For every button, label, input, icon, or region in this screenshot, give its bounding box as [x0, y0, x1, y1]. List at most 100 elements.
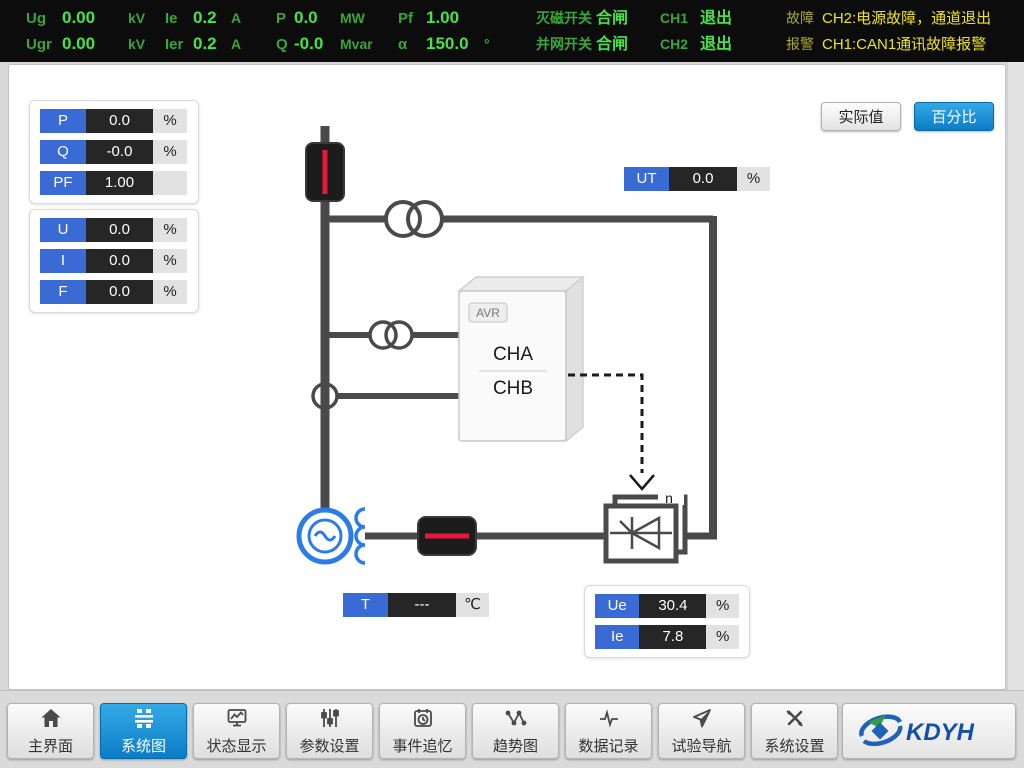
channel-state: 退出	[700, 32, 732, 58]
value-unit	[153, 171, 187, 195]
value-unit: %	[153, 109, 187, 133]
value-unit: %	[153, 280, 187, 304]
nav-system-diagram[interactable]: 系统图	[100, 703, 187, 759]
nav-data-record[interactable]: 数据记录	[565, 703, 652, 759]
trend-chart-icon	[503, 706, 529, 733]
meter-value: 0.00	[62, 5, 128, 31]
alarm-group: 故障CH2:电源故障，通道退出 报警CH1:CAN1通讯故障报警	[786, 5, 991, 57]
meter-unit: kV	[128, 5, 145, 31]
channel-status-group: CH1退出 CH2退出	[660, 5, 732, 57]
voltage-meter-group: Ug0.00kV Ugr0.00kV	[26, 5, 145, 57]
system-diagram-panel: AVR CHA CHB n	[8, 64, 1006, 690]
switch-state: 合闸	[596, 32, 628, 58]
power-values-panel: P0.0% Q-0.0% PF1.00	[29, 100, 199, 204]
nav-trend-chart[interactable]: 趋势图	[472, 703, 559, 759]
value-label: T	[343, 593, 388, 617]
meter-label: P	[276, 6, 294, 32]
meter-label: Pf	[398, 6, 426, 32]
value-unit: %	[153, 249, 187, 273]
value-row: P0.0%	[40, 109, 188, 133]
meter-value: 0.00	[62, 31, 128, 57]
nav-status-display[interactable]: 状态显示	[193, 703, 280, 759]
meter-label: Ugr	[26, 32, 62, 58]
field-breaker-symbol[interactable]	[418, 517, 476, 555]
switch-label: 灭磁开关	[536, 5, 596, 31]
meter-label: Ier	[165, 32, 193, 58]
value-unit: %	[706, 594, 739, 618]
meter-value: 150.0	[426, 31, 484, 57]
excitation-values-panel: Ue30.4% Ie7.8%	[584, 585, 750, 658]
fault-label: 故障	[786, 5, 822, 31]
generator-symbol[interactable]	[299, 510, 351, 562]
nav-system-settings[interactable]: 系统设置	[751, 703, 838, 759]
percent-button[interactable]: 百分比	[914, 102, 994, 131]
current-meter-group: Ie0.2A Ier0.2A	[165, 5, 241, 57]
home-icon	[38, 706, 64, 733]
value-label: PF	[40, 171, 86, 195]
meter-value: 0.2	[193, 5, 231, 31]
value-display: 7.8	[639, 625, 706, 649]
value-display: 1.00	[86, 171, 153, 195]
channel-b-label: CHB	[493, 378, 533, 399]
actual-value-button[interactable]: 实际值	[821, 102, 901, 131]
value-row: F0.0%	[40, 280, 188, 304]
value-display: 0.0	[86, 218, 153, 242]
machine-values-panel: U0.0% I0.0% F0.0%	[29, 209, 199, 313]
ut-value-box: UT0.0%	[624, 167, 770, 191]
meter-unit: A	[231, 31, 241, 57]
nav-main-screen[interactable]: 主界面	[7, 703, 94, 759]
value-label: P	[40, 109, 86, 133]
status-header: Ug0.00kV Ugr0.00kV Ie0.2A Ier0.2A P0.0MW…	[0, 0, 1024, 62]
field-winding-icon	[356, 509, 365, 563]
avr-label: AVR	[476, 306, 500, 320]
alarm-text: CH1:CAN1通讯故障报警	[822, 32, 986, 58]
scrollbar-track[interactable]	[1007, 62, 1024, 690]
meter-label: Ug	[26, 6, 62, 32]
factor-meter-group: Pf1.00 α150.0°	[398, 5, 490, 57]
meter-value: 0.2	[193, 31, 231, 57]
power-meter-group: P0.0MW Q-0.0Mvar	[276, 5, 373, 57]
value-display: 0.0	[86, 109, 153, 133]
meter-value: -0.0	[294, 31, 340, 57]
value-display: 0.0	[86, 249, 153, 273]
value-label: Ue	[595, 594, 639, 618]
meter-unit: °	[484, 31, 490, 57]
value-display: 0.0	[669, 167, 737, 191]
nav-event-recall[interactable]: 事件追忆	[379, 703, 466, 759]
nav-test-navigation[interactable]: 试验导航	[658, 703, 745, 759]
nav-parameter-settings[interactable]: 参数设置	[286, 703, 373, 759]
meter-unit: Mvar	[340, 31, 373, 57]
meter-label: α	[398, 32, 426, 58]
value-label: I	[40, 249, 86, 273]
value-unit: %	[737, 167, 770, 191]
alarm-label: 报警	[786, 31, 822, 57]
value-label: Ie	[595, 625, 639, 649]
value-unit: %	[153, 218, 187, 242]
meter-value: 1.00	[426, 5, 484, 31]
channel-state: 退出	[700, 6, 732, 32]
excitation-transformer-icon	[370, 322, 412, 348]
avr-box[interactable]: AVR CHA CHB	[459, 277, 583, 441]
value-display: -0.0	[86, 140, 153, 164]
status-monitor-icon	[224, 706, 250, 733]
value-display: 0.0	[86, 280, 153, 304]
meter-label: Q	[276, 32, 294, 58]
value-row: Q-0.0%	[40, 140, 188, 164]
event-history-icon	[410, 706, 436, 733]
fault-text: CH2:电源故障，通道退出	[822, 6, 991, 32]
value-row: PF1.00	[40, 171, 188, 195]
value-display: ---	[388, 593, 456, 617]
value-unit: ℃	[456, 593, 489, 617]
main-breaker-symbol[interactable]	[306, 143, 344, 201]
value-label: F	[40, 280, 86, 304]
sliders-icon	[317, 706, 343, 733]
value-unit: %	[706, 625, 739, 649]
brand-logo-button[interactable]: KDYH	[842, 703, 1016, 759]
channel-label: CH1	[660, 5, 700, 31]
value-label: UT	[624, 167, 669, 191]
system-settings-icon	[782, 706, 808, 733]
bottom-nav: 主界面 系统图 状态显示 参数设置 事件追忆 趋势图 数据记录 试验导航 系统设…	[0, 690, 1024, 768]
meter-unit: kV	[128, 31, 145, 57]
thyristor-bridge-symbol[interactable]: n	[606, 490, 685, 561]
value-row: U0.0%	[40, 218, 188, 242]
